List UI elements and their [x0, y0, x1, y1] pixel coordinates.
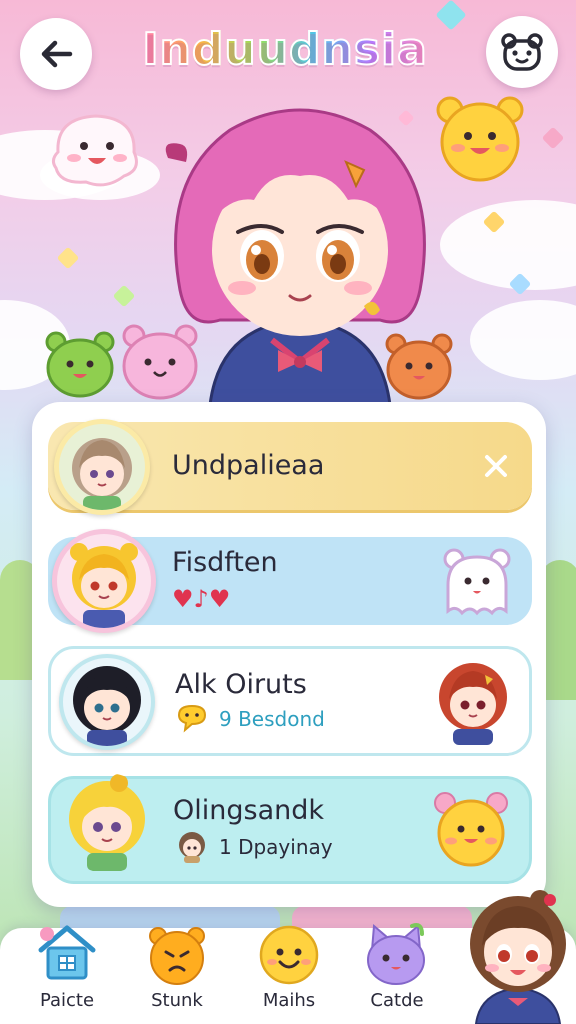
nav-label: Maihs	[262, 990, 316, 1011]
row-hearts: ♥♪♥	[172, 585, 231, 613]
nav-item-maihs[interactable]: Maihs	[234, 925, 344, 1024]
yellow-bear-icon	[434, 792, 508, 867]
row-title: Alk Oiruts	[175, 669, 307, 700]
angry-bear-icon	[149, 927, 205, 985]
nav-item-stunk[interactable]: Stunk	[122, 927, 232, 1024]
profile-button[interactable]	[486, 16, 558, 88]
row-title: Olingsandk	[173, 795, 325, 826]
green-monster-mascot-icon	[45, 331, 115, 398]
row-title: Fisdften	[172, 547, 278, 578]
nav-label: Catde	[370, 990, 424, 1011]
row-status: 9 Besdond	[219, 707, 325, 731]
nav-label: Stunk	[151, 990, 203, 1011]
bear-face-icon	[501, 33, 543, 71]
red-hair-girl-avatar	[439, 663, 507, 745]
avatar	[54, 419, 150, 515]
avatar	[52, 529, 156, 633]
back-button[interactable]	[20, 18, 92, 90]
nav-item-catde[interactable]: Catde	[342, 923, 452, 1024]
hero-character-illustration	[165, 108, 426, 405]
corner-character-illustration	[470, 890, 566, 1024]
row-status: 1 Dpayinay	[219, 835, 333, 859]
ghost-mascot-icon	[51, 114, 138, 187]
list-item[interactable]: Fisdften ♥♪♥	[48, 529, 532, 633]
app-title: Induudnsia	[140, 23, 430, 76]
purple-cat-icon	[367, 923, 425, 985]
smile-face-icon	[259, 925, 319, 985]
mini-avatar-icon	[179, 832, 205, 863]
house-icon	[38, 925, 96, 980]
avatar	[59, 654, 155, 750]
close-icon	[485, 455, 507, 477]
row-title: Undpalieaa	[172, 450, 325, 481]
ghost-bear-icon	[443, 548, 511, 616]
nav-item-paicte[interactable]: Paicte	[12, 925, 122, 1024]
chat-bubble-icon	[177, 704, 207, 733]
close-button[interactable]	[476, 446, 516, 486]
avatar	[57, 773, 157, 873]
nav-label: Paicte	[39, 990, 95, 1011]
back-arrow-icon	[41, 40, 73, 68]
list-item[interactable]: Alk Oiruts 9 Besdond	[48, 646, 532, 756]
list-item[interactable]: Olingsandk 1 Dpayinay	[48, 773, 532, 884]
list-item[interactable]: Undpalieaa	[48, 419, 532, 515]
friend-list-card: Undpalieaa Fisdften ♥♪♥ Alk Oiruts 9 Bes…	[32, 402, 546, 907]
